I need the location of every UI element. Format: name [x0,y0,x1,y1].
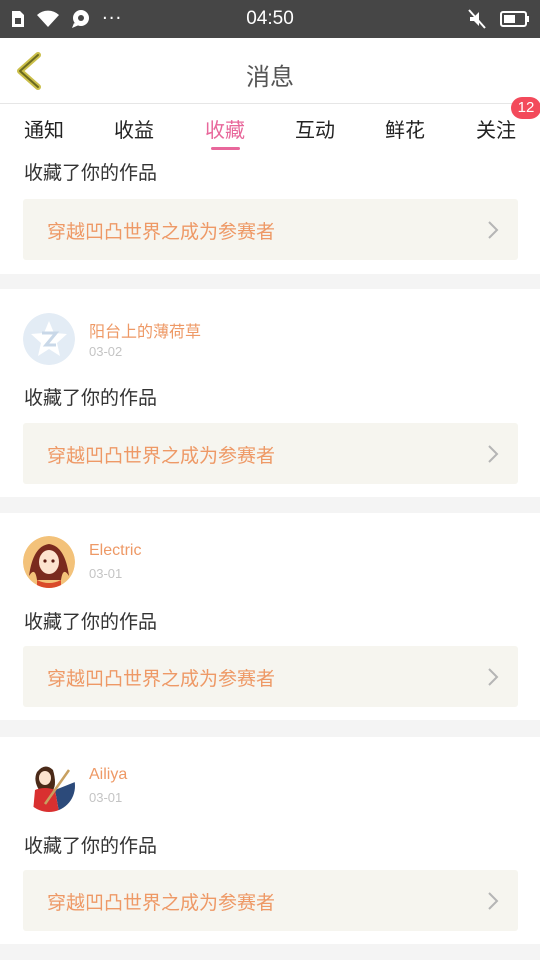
message-card: Electric 03-01 收藏了你的作品 穿越凹凸世界之成为参赛者 [0,513,540,720]
status-bar-right [370,9,530,29]
message-date: 03-01 [89,566,123,581]
username[interactable]: Ailiya [89,766,127,784]
tab-flowers[interactable]: 鲜花 [375,114,435,143]
avatar[interactable] [23,313,75,365]
action-text: 收藏了你的作品 [24,611,158,633]
work-title: 穿越凹凸世界之成为参赛者 [47,221,276,243]
work-title: 穿越凹凸世界之成为参赛者 [47,892,276,914]
silent-mode-icon [468,9,486,29]
work-link[interactable]: 穿越凹凸世界之成为参赛者 [23,870,518,931]
work-link[interactable]: 穿越凹凸世界之成为参赛者 [23,646,518,707]
status-bar: ··· 04:50 [0,0,540,38]
chevron-right-icon [488,445,499,463]
message-card: 收藏了你的作品 穿越凹凸世界之成为参赛者 [0,154,540,274]
chat-bubble-icon [72,10,89,28]
tab-follows[interactable]: 关注 [466,114,526,143]
chevron-right-icon [488,668,499,686]
wifi-icon [37,10,59,27]
action-text: 收藏了你的作品 [24,835,158,857]
tab-interactions[interactable]: 互动 [285,114,345,143]
avatar[interactable] [23,760,75,812]
action-text: 收藏了你的作品 [24,387,158,409]
tab-earnings[interactable]: 收益 [104,114,164,143]
tab-notifications[interactable]: 通知 [14,114,74,143]
more-notifications-icon: ··· [102,8,123,29]
work-title: 穿越凹凸世界之成为参赛者 [47,445,276,467]
work-link[interactable]: 穿越凹凸世界之成为参赛者 [23,199,518,260]
message-date: 03-02 [89,344,123,359]
sim-card-icon [12,11,24,27]
username[interactable]: 阳台上的薄荷草 [89,318,201,342]
message-card: 阳台上的薄荷草 03-02 收藏了你的作品 穿越凹凸世界之成为参赛者 [0,289,540,497]
page-title: 消息 [246,63,294,91]
action-text: 收藏了你的作品 [24,162,158,184]
tab-bar: 通知 收益 收藏 互动 鲜花 关注 [0,104,540,154]
status-bar-left: ··· [10,9,170,29]
girl-guitar-avatar-icon [23,760,75,812]
status-time: 04:50 [246,8,294,29]
message-date: 03-01 [89,790,123,805]
work-link[interactable]: 穿越凹凸世界之成为参赛者 [23,423,518,484]
tab-favorites[interactable]: 收藏 [195,114,255,143]
anime-girl-avatar-icon [23,536,75,588]
work-title: 穿越凹凸世界之成为参赛者 [47,668,276,690]
chevron-right-icon [488,221,499,239]
active-tab-indicator [211,147,240,150]
default-avatar-icon [23,313,75,365]
follows-count-badge: 12 [511,97,540,119]
battery-icon [499,11,529,27]
avatar[interactable] [23,536,75,588]
app-header: 消息 [0,38,540,104]
message-card: Ailiya 03-01 收藏了你的作品 穿越凹凸世界之成为参赛者 [0,737,540,944]
chevron-right-icon [488,892,499,910]
username[interactable]: Electric [89,542,141,560]
